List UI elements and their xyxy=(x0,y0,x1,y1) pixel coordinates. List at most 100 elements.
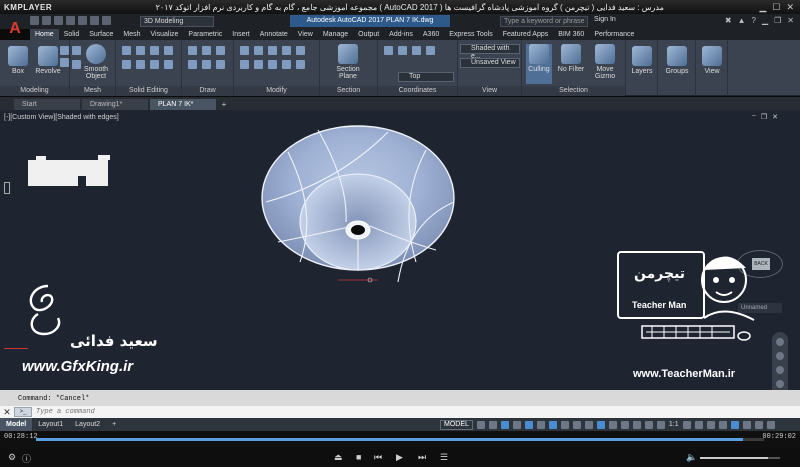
ucs-3point-icon[interactable] xyxy=(426,46,435,55)
ribbon-tab-output[interactable]: Output xyxy=(353,29,384,40)
loft-icon[interactable] xyxy=(60,58,69,67)
workspace-switch-icon[interactable] xyxy=(682,420,691,429)
pan-icon[interactable] xyxy=(776,352,784,360)
otrack-icon[interactable] xyxy=(536,420,545,429)
ribbon-tab-view[interactable]: View xyxy=(293,29,318,40)
maximize-icon[interactable]: ☐ xyxy=(772,2,780,13)
a360-icon[interactable]: ▲ xyxy=(738,16,746,25)
selection-filter-icon[interactable] xyxy=(620,420,629,429)
extract-edges-icon[interactable] xyxy=(150,60,159,69)
viewport-label[interactable]: [-][Custom View][Shaded with edges] xyxy=(4,114,119,121)
save-icon[interactable] xyxy=(54,16,63,25)
layout-tab-layout1[interactable]: Layout1 xyxy=(32,418,69,431)
groups-tool[interactable]: Groups xyxy=(662,46,692,75)
units-icon[interactable] xyxy=(706,420,715,429)
seek-bar[interactable] xyxy=(36,438,764,441)
rectangle-icon[interactable] xyxy=(188,60,197,69)
section-plane-tool[interactable]: Section Plane xyxy=(330,44,366,80)
ribbon-tab-add-ins[interactable]: Add-ins xyxy=(384,29,418,40)
gizmo-icon[interactable] xyxy=(632,420,641,429)
osnap-icon[interactable] xyxy=(548,420,557,429)
new-icon[interactable] xyxy=(30,16,39,25)
visual-style-dropdown[interactable]: Shaded with e... xyxy=(460,44,520,60)
hatch-icon[interactable] xyxy=(216,60,225,69)
dynamic-ucs-icon[interactable] xyxy=(608,420,617,429)
ribbon-tab-express-tools[interactable]: Express Tools xyxy=(444,29,497,40)
ribbon-tab-bim-360[interactable]: BIM 360 xyxy=(553,29,589,40)
revolve-tool[interactable]: Revolve xyxy=(34,46,62,75)
ribbon-tab-solid[interactable]: Solid xyxy=(59,29,85,40)
building-model[interactable] xyxy=(28,155,110,186)
playlist-icon[interactable]: ☰ xyxy=(440,452,448,463)
help-icon[interactable]: ? xyxy=(752,16,756,25)
view-tool[interactable]: View xyxy=(700,46,724,75)
move-gizmo-tool[interactable]: Move Gizmo xyxy=(590,44,620,80)
plot-icon[interactable] xyxy=(78,16,87,25)
close-icon[interactable]: ✕ xyxy=(772,113,778,121)
hardware-acceleration-icon[interactable] xyxy=(730,420,739,429)
box-tool[interactable]: Box xyxy=(8,46,28,75)
ucs-origin-icon[interactable] xyxy=(412,46,421,55)
transparency-icon[interactable] xyxy=(572,420,581,429)
minimize-icon[interactable]: − xyxy=(752,113,756,121)
restore-icon[interactable]: ❐ xyxy=(774,16,781,25)
ribbon-tab-manage[interactable]: Manage xyxy=(318,29,353,40)
stop-icon[interactable]: ■ xyxy=(356,452,361,462)
zoom-icon[interactable] xyxy=(776,366,784,374)
ucs-icon[interactable] xyxy=(384,46,393,55)
isodraft-icon[interactable] xyxy=(524,420,533,429)
file-tab[interactable]: PLAN 7 IK* xyxy=(150,99,216,110)
selection-cycling-icon[interactable] xyxy=(584,420,593,429)
trim-icon[interactable] xyxy=(240,60,249,69)
arc-icon[interactable] xyxy=(202,60,211,69)
exchange-icon[interactable]: ✖ xyxy=(725,16,732,25)
open-icon[interactable] xyxy=(42,16,51,25)
application-menu-button[interactable]: A xyxy=(2,14,28,44)
ribbon-tab-insert[interactable]: Insert xyxy=(227,29,255,40)
offset-icon[interactable] xyxy=(282,60,291,69)
polyline-icon[interactable] xyxy=(202,46,211,55)
thicken-icon[interactable] xyxy=(136,60,145,69)
volume-slider[interactable] xyxy=(700,457,780,459)
ribbon-tab-annotate[interactable]: Annotate xyxy=(255,29,293,40)
clean-screen-icon[interactable] xyxy=(754,420,763,429)
subtract-icon[interactable] xyxy=(136,46,145,55)
command-close-icon[interactable]: ✕ xyxy=(0,406,14,418)
volume-icon[interactable]: 🔈 xyxy=(686,452,697,463)
snap-icon[interactable] xyxy=(488,420,497,429)
bowl-model[interactable] xyxy=(258,122,458,296)
annotation-scale[interactable]: 1:1 xyxy=(669,421,679,428)
mirror-icon[interactable] xyxy=(282,46,291,55)
union-icon[interactable] xyxy=(122,46,131,55)
lineweight-icon[interactable] xyxy=(560,420,569,429)
minimize-icon[interactable]: ▁ xyxy=(759,2,766,13)
autoscale-icon[interactable] xyxy=(656,420,665,429)
ribbon-tab-visualize[interactable]: Visualize xyxy=(146,29,184,40)
next-icon[interactable]: ⏭ xyxy=(418,452,426,463)
saved-view-dropdown[interactable]: Unsaved View xyxy=(460,58,520,68)
3d-osnap-icon[interactable] xyxy=(596,420,605,429)
restore-icon[interactable]: ❐ xyxy=(761,113,767,121)
ribbon-tab-home[interactable]: Home xyxy=(30,29,59,40)
command-input[interactable] xyxy=(36,408,736,416)
sign-in-button[interactable]: Sign In xyxy=(594,16,616,23)
ribbon-tab-performance[interactable]: Performance xyxy=(589,29,639,40)
copy-icon[interactable] xyxy=(268,46,277,55)
customization-icon[interactable] xyxy=(766,420,775,429)
array-icon[interactable] xyxy=(296,46,305,55)
open-file-icon[interactable]: ⏏ xyxy=(334,452,343,463)
add-layout-button[interactable]: + xyxy=(106,418,122,431)
erase-icon[interactable] xyxy=(296,60,305,69)
fillet-edge-icon[interactable] xyxy=(164,60,173,69)
culling-tool[interactable]: Culling xyxy=(526,44,552,84)
search-input[interactable]: Type a keyword or phrase xyxy=(500,16,588,27)
ucs-view-dropdown[interactable]: Top xyxy=(398,72,454,82)
redo-icon[interactable] xyxy=(102,16,111,25)
ribbon-tab-parametric[interactable]: Parametric xyxy=(183,29,227,40)
annotation-monitor-icon[interactable] xyxy=(694,420,703,429)
workspace-dropdown[interactable]: 3D Modeling xyxy=(140,16,214,27)
ucs-world-icon[interactable] xyxy=(398,46,407,55)
slice-icon[interactable] xyxy=(122,60,131,69)
intersect-icon[interactable] xyxy=(150,46,159,55)
annotation-visibility-icon[interactable] xyxy=(644,420,653,429)
